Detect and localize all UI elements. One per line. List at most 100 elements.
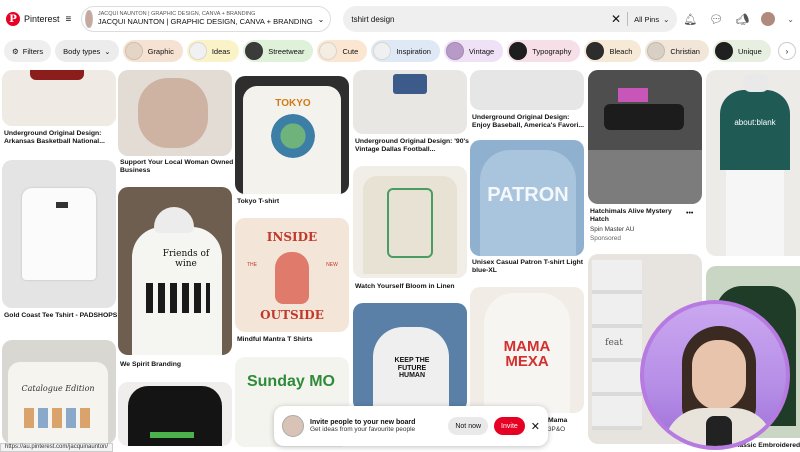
- pin-card[interactable]: Underground Original Design: Arkansas Ba…: [2, 70, 116, 152]
- chip-unique[interactable]: Unique: [712, 40, 771, 62]
- body-types-label: Body types: [63, 46, 101, 56]
- chip-thumbnail: [124, 42, 143, 60]
- pin-card[interactable]: TOKYO Tokyo T-shirt: [235, 76, 349, 208]
- account-chevron-icon[interactable]: ⌄: [787, 15, 794, 24]
- chip-ideas[interactable]: Ideas: [186, 40, 240, 62]
- filters-icon: ⚙︎: [12, 46, 19, 56]
- pin-card[interactable]: KEEP THE FUTURE HUMAN: [353, 303, 467, 411]
- close-icon[interactable]: ✕: [531, 420, 540, 433]
- art-top-text: INSIDE: [266, 230, 318, 244]
- pin-title: We Spirit Branding: [120, 361, 182, 368]
- tshirt-shape: [8, 362, 108, 444]
- pin-card[interactable]: PATRON Unisex Casual Patron T-shirt Ligh…: [470, 140, 584, 278]
- chip-cute[interactable]: Cute: [317, 40, 368, 62]
- search-input[interactable]: [351, 14, 606, 24]
- chip-typography[interactable]: Typography: [507, 40, 581, 62]
- chip-label: Ideas: [211, 46, 231, 56]
- chip-thumbnail: [509, 42, 528, 60]
- shirt-graphic: [30, 70, 84, 80]
- chip-vintage[interactable]: Vintage: [443, 40, 504, 62]
- pink-truck: [618, 88, 648, 102]
- pin-card[interactable]: Friends of wine We Spirit Branding: [118, 187, 232, 373]
- pin-card[interactable]: about:blank: [706, 70, 800, 256]
- search-scope-dropdown[interactable]: All Pins ⌄: [634, 15, 669, 24]
- pin-image: [353, 70, 467, 134]
- chip-streetwear[interactable]: Streetwear: [243, 40, 314, 62]
- godzilla-bowl-graphic: [271, 114, 315, 158]
- chevron-down-icon: ⌄: [663, 14, 670, 24]
- board-selector[interactable]: JACQUI NAUNTON | GRAPHIC DESIGN, CANVA +…: [81, 6, 332, 32]
- hoodie-badge: [150, 432, 194, 438]
- pin-title: Hatchimals Alive Mystery Hatch: [590, 208, 672, 224]
- art-right-text: NEW: [326, 262, 338, 268]
- messages-icon[interactable]: 💬︎: [709, 13, 723, 26]
- white-pants: [726, 170, 784, 256]
- chip-thumbnail: [647, 42, 666, 60]
- pinterest-logo[interactable]: P Pinterest ≡: [6, 12, 71, 26]
- chip-label: Bleach: [609, 46, 633, 56]
- clear-search-icon[interactable]: ✕: [611, 12, 621, 26]
- pin-card[interactable]: Support Your Local Woman Owned Business: [118, 70, 233, 180]
- chevron-right-icon[interactable]: ›: [778, 42, 796, 60]
- pin-card[interactable]: INSIDE THE NEW OUTSIDE Mindful Mantra T …: [235, 218, 349, 348]
- pin-title: Gold Coast Tee Tshirt - PADSHOPS: [4, 312, 118, 319]
- pin-title: Unisex Casual Patron T-shirt Light blue-…: [472, 259, 584, 275]
- chip-thumbnail: [319, 42, 338, 60]
- shirt-text: Friends of wine: [162, 249, 210, 269]
- notifications-bell-icon[interactable]: 🔔︎: [683, 13, 697, 26]
- chip-graphic[interactable]: Graphic: [122, 40, 183, 62]
- filters-button[interactable]: ⚙︎ Filters: [4, 40, 52, 62]
- cap: [742, 74, 770, 92]
- presenter-face: [692, 340, 746, 410]
- chip-christian[interactable]: Christian: [645, 40, 709, 62]
- person-legs: [138, 78, 208, 148]
- header-icons: 🔔︎ 💬︎ 📣︎ ⌄: [683, 12, 794, 26]
- pin-image: [2, 160, 116, 308]
- pin-card[interactable]: Hatchimals Alive Mystery Hatch Spin Mast…: [588, 70, 702, 246]
- shirt-text: TOKYO: [275, 98, 311, 109]
- search-divider: [627, 12, 629, 26]
- pin-image: [118, 70, 232, 156]
- toast-title: Invite people to your new board: [310, 419, 416, 426]
- not-now-button[interactable]: Not now: [448, 417, 489, 435]
- chip-label: Streetwear: [268, 46, 305, 56]
- pin-title: Underground Original Design: Arkansas Ba…: [4, 130, 105, 146]
- microphone: [706, 416, 732, 446]
- brand-text: feat: [605, 338, 623, 348]
- top-header: P Pinterest ≡ JACQUI NAUNTON | GRAPHIC D…: [0, 0, 800, 38]
- pin-card[interactable]: Gold Coast Tee Tshirt - PADSHOPS: [2, 160, 118, 330]
- pin-card[interactable]: Catalogue Edition: [2, 340, 116, 444]
- board-avatar: [85, 10, 93, 28]
- pinterest-logo-icon: P: [6, 12, 20, 26]
- black-car: [604, 104, 684, 130]
- chip-bleach[interactable]: Bleach: [584, 40, 642, 62]
- chip-label: Cute: [342, 46, 359, 56]
- pin-card[interactable]: Underground Original Design: Enjoy Baseb…: [470, 70, 584, 132]
- chip-label: Unique: [737, 46, 762, 56]
- chip-thumbnail: [373, 42, 392, 60]
- pin-card[interactable]: Underground Original Design: '90's Vinta…: [353, 70, 469, 160]
- wine-bottles: [146, 283, 210, 313]
- filter-bar: ⚙︎ Filters Body types ⌄ Graphic Ideas St…: [0, 38, 800, 64]
- chip-inspiration[interactable]: Inspiration: [371, 40, 440, 62]
- hamburger-menu-icon[interactable]: ≡: [66, 14, 72, 25]
- art-left-text: THE: [247, 262, 257, 268]
- updates-icon[interactable]: 📣︎: [735, 13, 749, 26]
- profile-avatar[interactable]: [761, 12, 776, 26]
- webcam-overlay: [640, 300, 790, 450]
- chip-label: Christian: [670, 46, 700, 56]
- chevron-down-icon: ⌄: [317, 14, 325, 24]
- shirt-text: KEEP THE FUTURE HUMAN: [394, 357, 430, 380]
- pin-title: Watch Yourself Bloom in Linen: [355, 283, 455, 290]
- pin-card[interactable]: Watch Yourself Bloom in Linen: [353, 166, 467, 296]
- shirt-text: Sunday MO: [246, 373, 335, 390]
- chip-label: Inspiration: [396, 46, 431, 56]
- pin-card[interactable]: [118, 382, 232, 446]
- more-options-icon[interactable]: •••: [686, 210, 693, 217]
- status-url: https://au.pinterest.com/jacquinaunton/: [0, 443, 114, 452]
- chip-thumbnail: [245, 42, 264, 60]
- search-bar: ✕ All Pins ⌄: [343, 6, 678, 32]
- invite-button[interactable]: Invite: [494, 417, 525, 435]
- body-types-dropdown[interactable]: Body types ⌄: [55, 40, 119, 62]
- pin-title: Tokyo T-shirt: [237, 198, 280, 205]
